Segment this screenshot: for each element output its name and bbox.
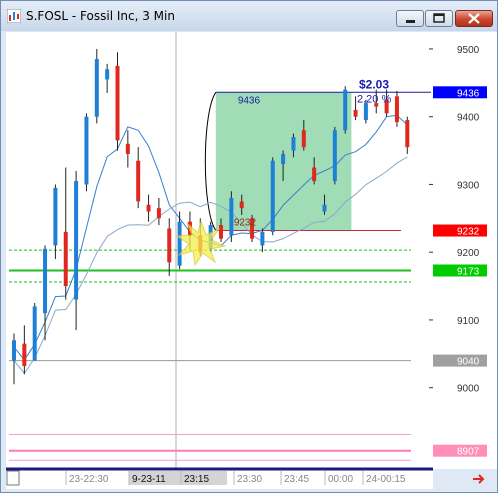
gain-percent-label: 2.20 % (357, 93, 391, 105)
candle-body (43, 248, 48, 314)
time-axis: 23-22:30 9-23-11 23:15 23:30 23:45 00:00 24-00… (65, 471, 406, 485)
gain-dollar-label: $2.03 (359, 77, 389, 91)
candle-body (260, 231, 265, 246)
price-tag-label: 9173 (457, 266, 480, 277)
candle-body (74, 181, 79, 300)
candle-body (353, 109, 358, 117)
y-tick-label: 9400 (457, 113, 480, 124)
candle-body (229, 197, 234, 236)
y-tick-label: 9100 (457, 316, 480, 327)
candle-body (332, 130, 337, 182)
candle-body (94, 59, 99, 117)
x-tick-label: 24-00:15 (366, 474, 406, 485)
candle-body (32, 306, 37, 361)
candle-body (146, 204, 151, 212)
candle-body (291, 137, 296, 151)
candle-body (405, 120, 410, 148)
price-tag-label: 9436 (457, 88, 480, 99)
candle-body (177, 221, 182, 266)
candle-body (12, 340, 16, 361)
candlestick-chart[interactable]: 9436 9232 $2.03 2.20 % 95009400930092009… (1, 1, 497, 492)
y-tick-label: 9500 (457, 45, 480, 56)
price-tag-label: 8907 (457, 447, 480, 458)
candle-body (239, 201, 244, 209)
candle-body (363, 103, 368, 121)
candle-body (125, 143, 130, 154)
price-tag-label: 9232 (457, 227, 480, 238)
candle-body (301, 130, 306, 148)
chart-window: S.FOSL - Fossil Inc, 3 Min 9436 9232 $2.… (0, 0, 498, 493)
candle-body (136, 160, 141, 202)
x-tick-label: 23:45 (284, 474, 309, 485)
x-tick-label: 23:30 (237, 474, 262, 485)
box-bottom-label: 9232 (234, 218, 257, 229)
scroll-right-arrow-icon[interactable] (473, 474, 485, 484)
candle-body (281, 153, 286, 165)
x-tick-label: 00:00 (328, 474, 353, 485)
y-tick-label: 9200 (457, 248, 480, 259)
scroll-left-box[interactable] (6, 470, 20, 486)
candle-body (53, 187, 58, 246)
candle-body (105, 69, 110, 80)
price-tag-label: 9040 (457, 357, 480, 368)
candle-body (115, 65, 120, 141)
x-tick-label: 23-22:30 (69, 474, 109, 485)
candle-body (312, 167, 317, 182)
candle-body (394, 96, 399, 123)
box-bracket (204, 92, 217, 231)
candle-body (22, 343, 27, 367)
candle-body (156, 208, 161, 219)
candle-body (343, 89, 348, 131)
candle-body (270, 160, 275, 232)
candle-body (63, 231, 68, 287)
x-tick-label: 23:15 (184, 474, 209, 485)
candle-body (167, 228, 172, 263)
candle-body (219, 225, 223, 239)
window-bottom-edge (1, 489, 497, 492)
y-tick-label: 9300 (457, 180, 480, 191)
y-tick-label: 9000 (457, 384, 480, 395)
candle-body (84, 116, 89, 185)
box-top-label: 9436 (238, 95, 261, 106)
x-tick-label: 9-23-11 (132, 474, 166, 485)
price-tags: 9436 9232 9173 9040 8907 (433, 86, 487, 458)
candle-body (322, 204, 327, 212)
